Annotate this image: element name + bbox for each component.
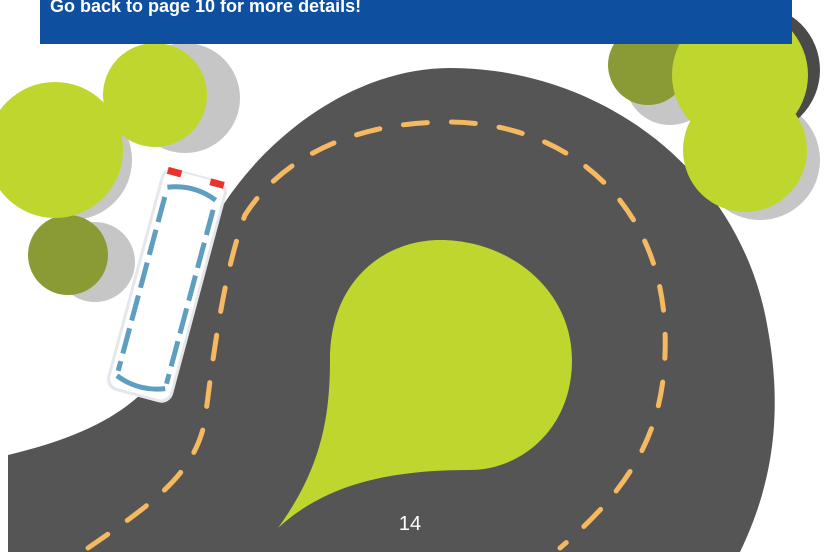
info-banner: Go back to page 10 for more details! [40, 0, 792, 44]
road-illustration [0, 5, 820, 552]
banner-text: Go back to page 10 for more details! [50, 0, 362, 16]
tree-dark [28, 215, 108, 295]
page-number: 14 [398, 513, 422, 535]
